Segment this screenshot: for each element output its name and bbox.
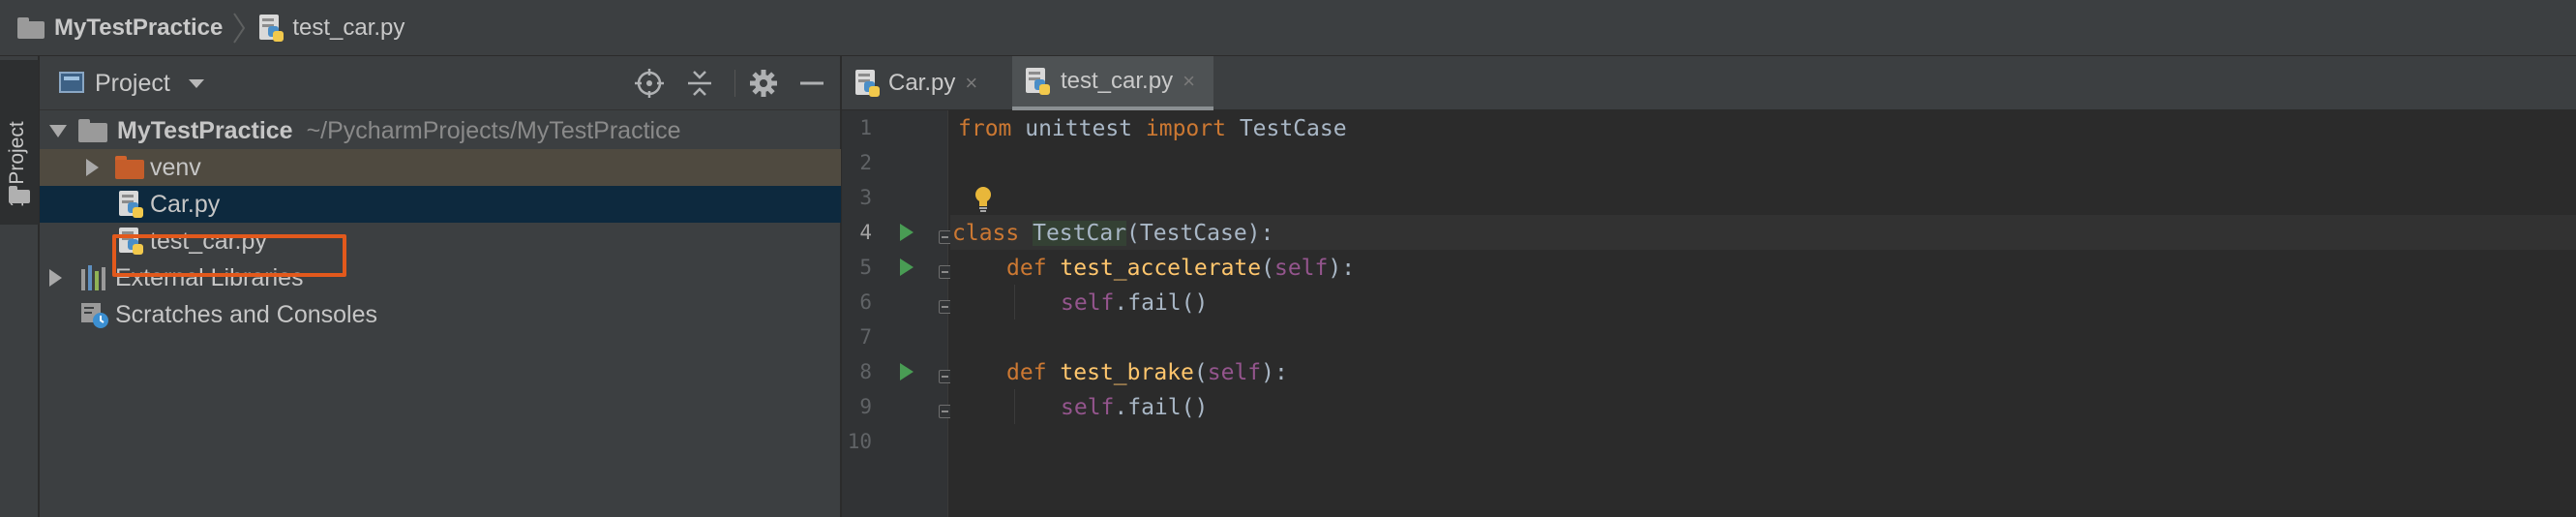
breadcrumb-project[interactable]: MyTestPractice <box>54 15 223 42</box>
code-line-6: self.fail() <box>1061 290 1209 316</box>
gear-icon[interactable] <box>748 68 779 99</box>
chevron-down-icon[interactable] <box>189 79 204 88</box>
tree-item-scratches[interactable]: Scratches and Consoles <box>40 296 841 333</box>
indent-guide <box>1014 389 1015 424</box>
folder-icon <box>78 119 107 142</box>
tree-item-label: venv <box>150 153 201 181</box>
editor-tab-bar: Car.py × test_car.py × <box>842 56 2576 110</box>
line-number: 5 <box>859 256 872 279</box>
project-view-selector[interactable]: Project <box>95 70 170 98</box>
python-file-icon <box>119 191 143 218</box>
line-number: 9 <box>859 395 872 418</box>
editor-gutter: 1 2 3 4 5 6 7 8 9 10 <box>842 110 952 517</box>
tab-label: Car.py <box>888 70 956 96</box>
code-line-9: self.fail() <box>1061 395 1209 420</box>
lightbulb-icon[interactable] <box>973 186 993 213</box>
line-number: 8 <box>859 360 872 383</box>
library-icon <box>81 265 105 290</box>
hide-panel-icon[interactable] <box>796 68 827 99</box>
breadcrumb-separator-icon <box>233 12 246 44</box>
line-number: 7 <box>859 325 872 349</box>
code-line-8: def test_brake(self): <box>1006 360 1288 385</box>
scratches-icon <box>81 303 108 328</box>
project-path: ~/PycharmProjects/MyTestPractice <box>306 116 681 144</box>
header-divider <box>734 70 735 97</box>
indent-guide <box>1014 285 1015 319</box>
line-number: 3 <box>859 186 872 209</box>
tree-item-label: Scratches and Consoles <box>115 300 377 328</box>
project-panel: Project MyTestPractice ~/PycharmProjects… <box>40 56 841 517</box>
line-number: 6 <box>859 290 872 314</box>
expand-arrow-icon[interactable] <box>86 159 99 176</box>
breadcrumb-file[interactable]: test_car.py <box>292 15 404 42</box>
close-icon[interactable]: × <box>965 71 977 96</box>
python-file-icon <box>259 14 285 42</box>
folder-icon <box>17 16 45 39</box>
tool-window-strip: 1: Project <box>0 56 39 517</box>
python-file-icon <box>855 70 880 97</box>
expand-arrow-icon[interactable] <box>49 125 67 137</box>
line-number: 1 <box>859 116 872 139</box>
highlight-annotation-box <box>112 234 346 277</box>
line-number: 4 <box>859 221 872 244</box>
tab-label: test_car.py <box>1061 68 1174 94</box>
line-number: 2 <box>859 151 872 174</box>
line-number: 10 <box>847 430 872 453</box>
project-view-icon <box>59 72 84 93</box>
tree-item-label: Car.py <box>150 190 221 218</box>
project-panel-header: Project <box>40 56 840 110</box>
expand-arrow-icon[interactable] <box>49 269 62 287</box>
run-test-icon[interactable] <box>900 258 914 276</box>
tree-item-car-py[interactable]: Car.py <box>40 186 841 223</box>
folder-icon <box>9 186 30 203</box>
tree-item-root[interactable]: MyTestPractice ~/PycharmProjects/MyTestPr… <box>40 112 841 149</box>
tree-item-venv[interactable]: venv <box>40 149 841 186</box>
python-file-icon <box>1026 68 1050 95</box>
code-line-1: from unittest import TestCase <box>958 116 1347 141</box>
tab-test-car-py[interactable]: test_car.py × <box>1012 56 1213 110</box>
tree-item-label: MyTestPractice ~/PycharmProjects/MyTestPr… <box>117 116 681 144</box>
code-editor[interactable]: from unittest import TestCase class Test… <box>950 110 2576 517</box>
folder-icon <box>115 156 144 179</box>
run-test-icon[interactable] <box>900 363 914 380</box>
navigation-bar: MyTestPractice test_car.py <box>0 0 2576 56</box>
tab-car-py[interactable]: Car.py × <box>855 56 1010 110</box>
run-test-icon[interactable] <box>900 224 914 241</box>
collapse-all-icon[interactable] <box>684 68 715 99</box>
code-line-5: def test_accelerate(self): <box>1006 256 1356 281</box>
locate-file-icon[interactable] <box>634 68 665 99</box>
close-icon[interactable]: × <box>1183 69 1195 94</box>
code-line-4: class TestCar(TestCase): <box>952 221 1274 246</box>
